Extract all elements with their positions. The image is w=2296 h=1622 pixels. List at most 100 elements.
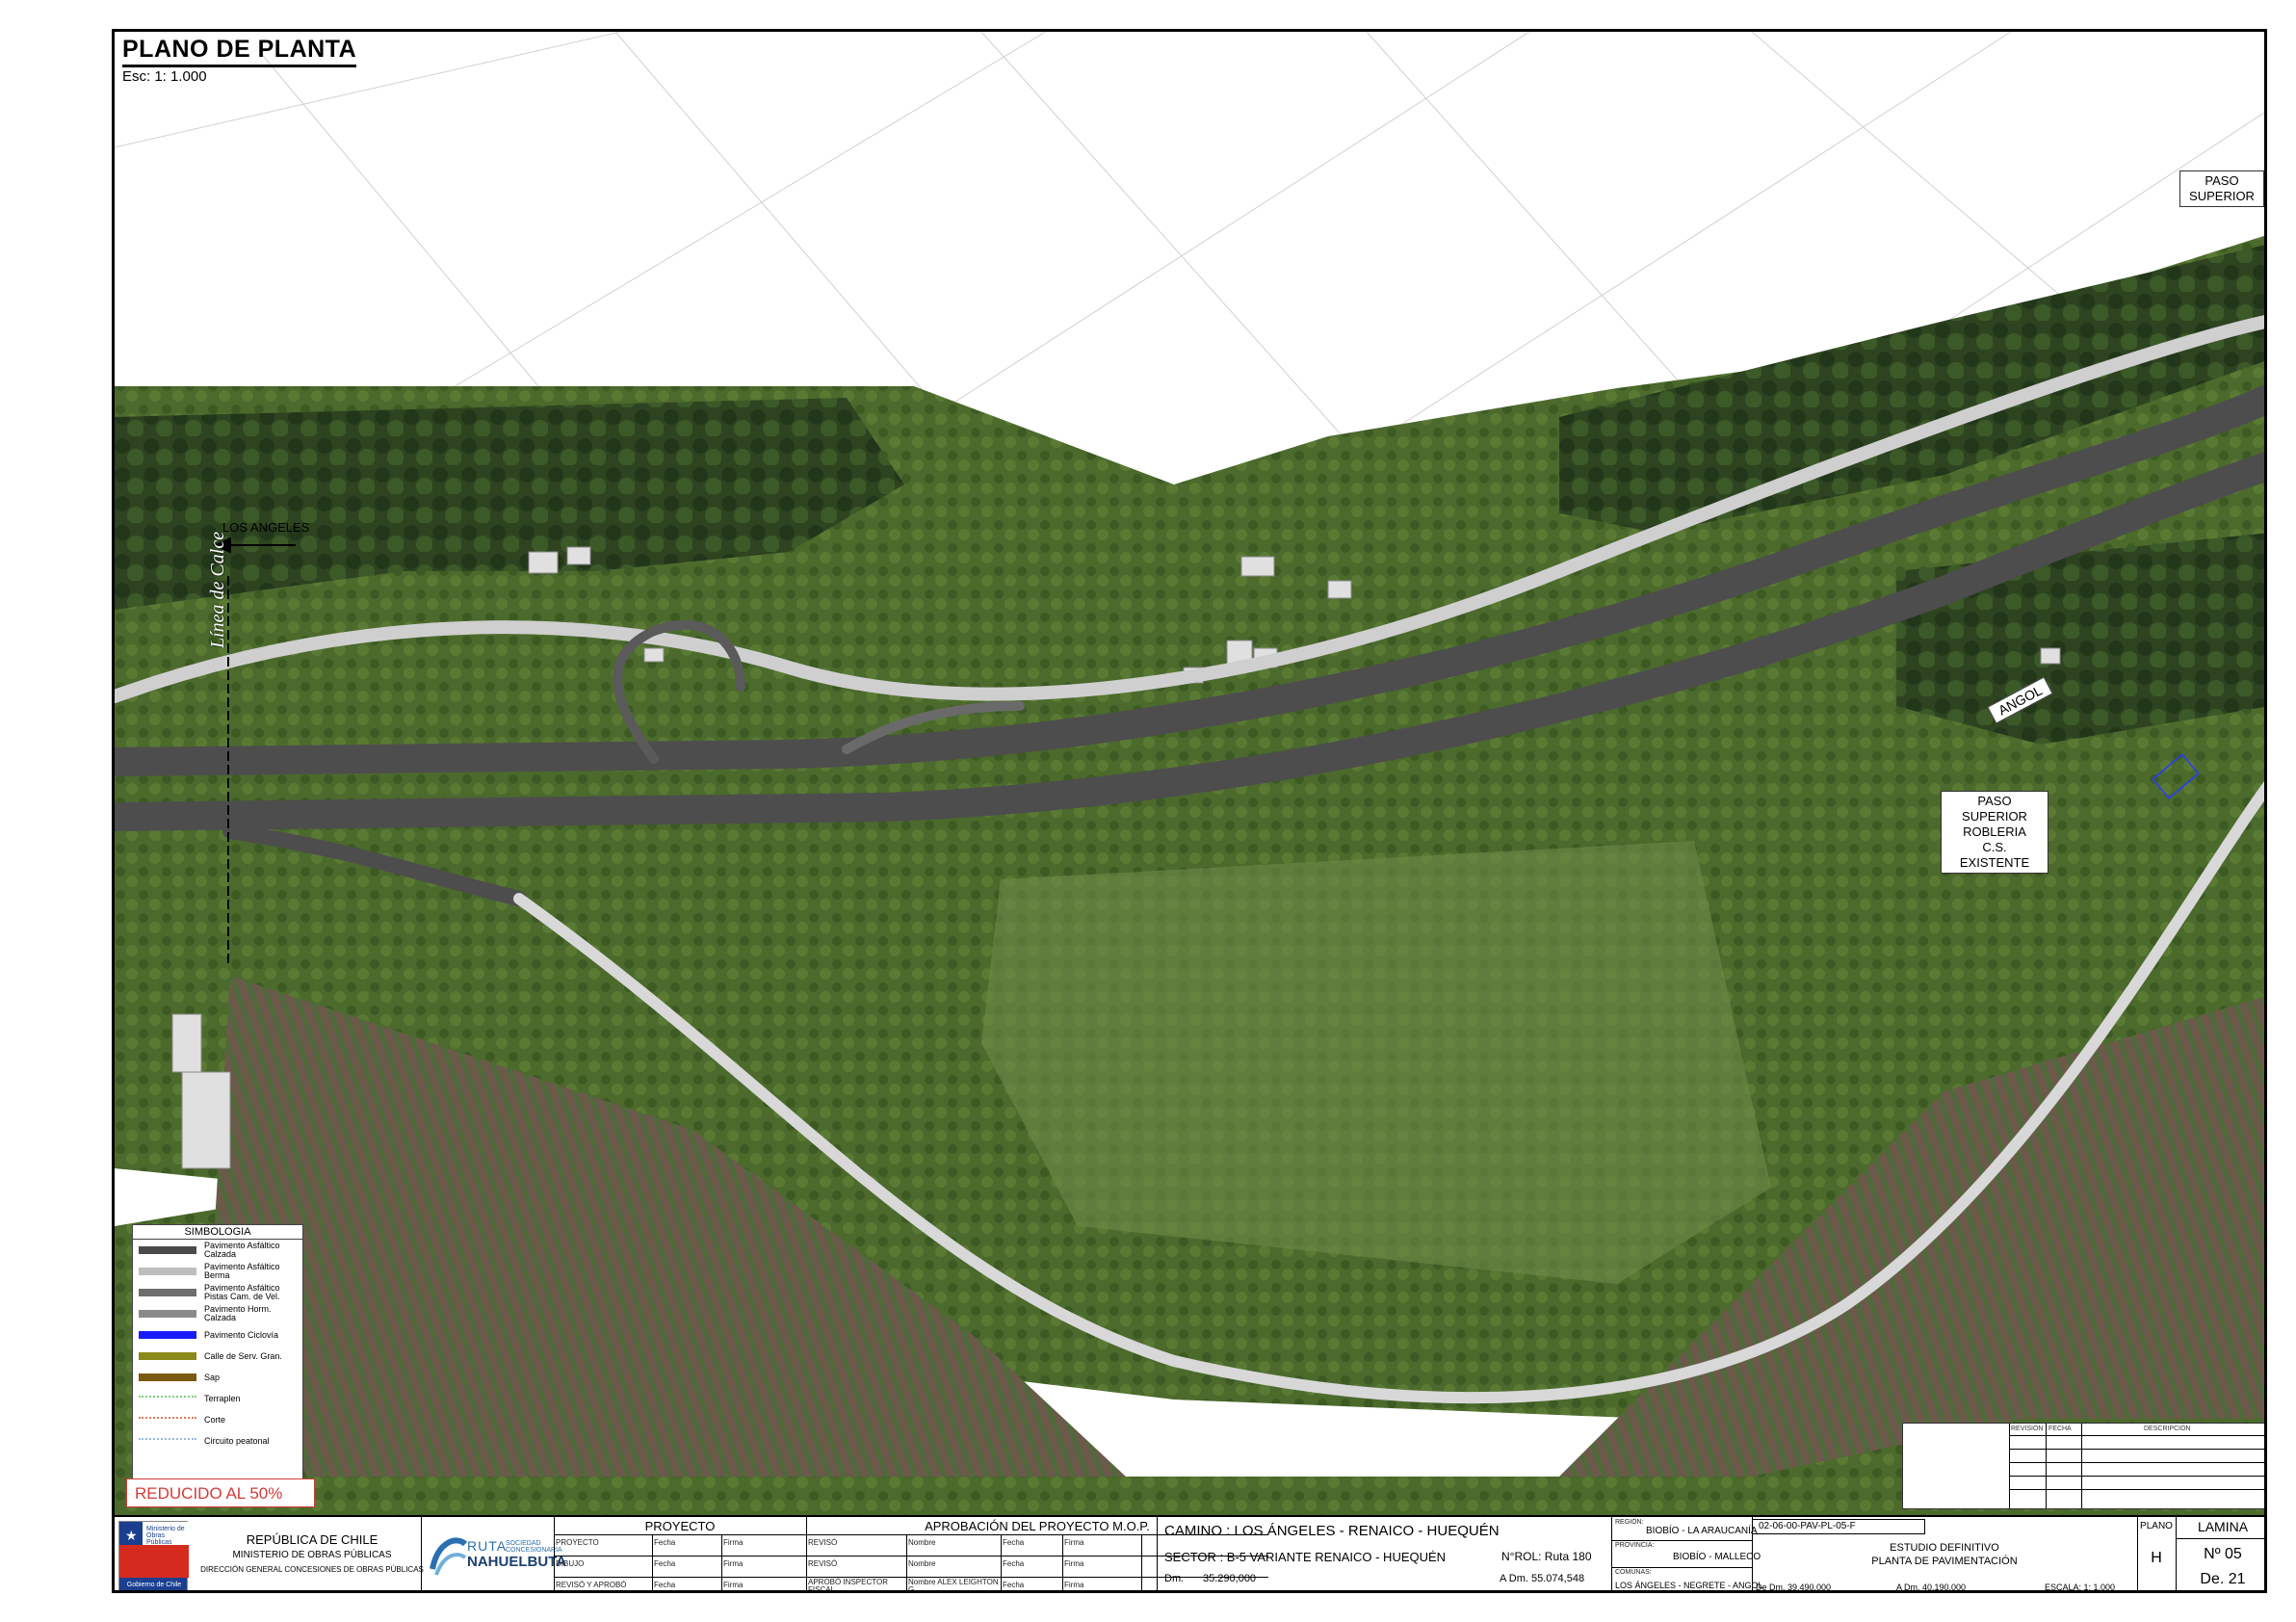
legend-item: Terraplen bbox=[133, 1388, 302, 1409]
republica: REPÚBLICA DE CHILE bbox=[246, 1532, 378, 1547]
escala: ESCALA: 1: 1.000 bbox=[2045, 1583, 2116, 1592]
n-rol: N°ROL: Ruta 180 bbox=[1501, 1550, 1592, 1563]
proyecto-row-3-firma: Firma bbox=[723, 1581, 744, 1589]
legend-label: Pavimento Asfáltico Berma bbox=[204, 1262, 280, 1280]
direccion: DIRECCIÓN GENERAL CONCESIONES DE OBRAS P… bbox=[200, 1565, 424, 1574]
plan-code: 02-06-00-PAV-PL-05-F bbox=[1752, 1519, 1925, 1534]
ruta-nahuelbuta-logo: RUTA SOCIEDAD CONCESIONARIA NAHUELBUTA bbox=[429, 1530, 566, 1584]
legend-swatch bbox=[139, 1289, 196, 1296]
a-dm: A Dm. 55.074,548 bbox=[1500, 1573, 1585, 1584]
ruta-text: RUTA bbox=[467, 1538, 508, 1554]
legend-item: Pavimento Horm. Calzada bbox=[133, 1303, 302, 1324]
legend-swatch bbox=[139, 1417, 196, 1423]
aprobacion-row-2-firma: Firma bbox=[1064, 1559, 1084, 1568]
sector: SECTOR : B-5 VARIANTE RENAICO - HUEQUÉN bbox=[1164, 1550, 1447, 1564]
star-icon: ★ bbox=[125, 1528, 138, 1543]
legend-item: Pavimento Asfáltico Pistas Cam. de Vel. bbox=[133, 1282, 302, 1303]
aprobacion-row-3-fecha: Fecha bbox=[1003, 1581, 1025, 1589]
legend-label: Circuito peatonal bbox=[204, 1435, 270, 1446]
legend-label: Pavimento Asfáltico Calzada bbox=[204, 1241, 280, 1259]
provincia-label: PROVINCIA: bbox=[1615, 1542, 1655, 1549]
legend-item: Corte bbox=[133, 1409, 302, 1430]
plan-scale: Esc: 1: 1.000 bbox=[122, 68, 207, 85]
logo-ministry-text: Ministerio de Obras Públicas bbox=[146, 1526, 185, 1546]
gobierno-logo: Ministerio de Obras Públicas Gobierno de… bbox=[118, 1521, 189, 1590]
lamina-total: De. 21 bbox=[2200, 1571, 2246, 1587]
aprobacion-row-1-fecha: Fecha bbox=[1003, 1538, 1025, 1547]
aprobacion-row-1-role: REVISÓ bbox=[808, 1538, 838, 1547]
reducido-label: REDUCIDO AL 50% bbox=[126, 1478, 315, 1507]
ruta-tagline: SOCIEDAD CONCESIONARIA bbox=[506, 1540, 562, 1554]
paso-robleria-line-1: PASO SUPERIOR bbox=[1962, 794, 2027, 824]
legend: SIMBOLOGIA Pavimento Asfáltico Calzada Pa… bbox=[132, 1224, 303, 1482]
aprobacion-row-2-nombre: Nombre bbox=[908, 1559, 936, 1568]
title-block: Ministerio de Obras Públicas Gobierno de… bbox=[115, 1515, 2264, 1593]
region-label: REGIÓN: bbox=[1615, 1519, 1644, 1526]
aerial-plan-map bbox=[115, 32, 2264, 1515]
legend-label: Pavimento Ciclovía bbox=[204, 1329, 279, 1340]
aprobacion-row-2-fecha: Fecha bbox=[1003, 1559, 1025, 1568]
legend-swatch bbox=[139, 1373, 196, 1381]
aprobacion-row-1-firma: Firma bbox=[1064, 1538, 1084, 1547]
proyecto-row-1-role: PROYECTO bbox=[556, 1538, 599, 1547]
legend-swatch bbox=[139, 1396, 196, 1401]
proyecto-row-2-fecha: Fecha bbox=[654, 1559, 676, 1568]
legend-label: Pavimento Horm. Calzada bbox=[204, 1304, 272, 1322]
paso-robleria-line-2: ROBLERIA bbox=[1963, 824, 2026, 839]
planta-pavimentacion: PLANTA DE PAVIMENTACIÓN bbox=[1871, 1556, 2018, 1567]
legend-swatch bbox=[139, 1438, 196, 1444]
legend-item: Pavimento Ciclovía bbox=[133, 1324, 302, 1346]
legend-swatch bbox=[139, 1331, 196, 1339]
legend-label: Pavimento Asfáltico Pistas Cam. de Vel. bbox=[204, 1283, 280, 1301]
legend-swatch bbox=[139, 1310, 196, 1318]
legend-title: SIMBOLOGIA bbox=[133, 1225, 302, 1240]
estudio: ESTUDIO DEFINITIVO bbox=[1890, 1542, 1999, 1554]
de-dm: De Dm. 39.490,000 bbox=[1756, 1583, 1832, 1592]
aprobacion-row-3-firma: Firma bbox=[1064, 1581, 1084, 1589]
revision-table: REVISIÓN FECHA DESCRIPCIÓN bbox=[1902, 1423, 2264, 1509]
drawing-sheet: PLANO DE PLANTA Esc: 1: 1.000 PASO SUPER… bbox=[112, 29, 2267, 1593]
legend-item: Pavimento Asfáltico Calzada bbox=[133, 1240, 302, 1261]
aprobacion-row-2-role: REVISÓ bbox=[808, 1559, 838, 1568]
proyecto-row-3-role: REVISÓ Y APROBÓ bbox=[556, 1581, 627, 1589]
los-angeles-label: LOS ANGELES bbox=[222, 520, 310, 535]
legend-swatch bbox=[139, 1352, 196, 1360]
comunas-label: COMUNAS: bbox=[1615, 1569, 1652, 1576]
legend-item: Calle de Serv. Gran. bbox=[133, 1346, 302, 1367]
camino: CAMINO : LOS ÁNGELES - RENAICO - HUEQUÉN bbox=[1164, 1523, 1500, 1539]
aprobacion-row-1-nombre: Nombre bbox=[908, 1538, 936, 1547]
rev-header-fecha: FECHA bbox=[2048, 1426, 2072, 1432]
proyecto-row-1-firma: Firma bbox=[723, 1538, 744, 1547]
dm-value: 35.290,000 bbox=[1203, 1573, 1257, 1584]
proyecto-row-1-fecha: Fecha bbox=[654, 1538, 676, 1547]
ruta-swoosh-icon bbox=[430, 1537, 467, 1576]
nahuelbuta-text: NAHUELBUTA bbox=[467, 1554, 567, 1570]
rev-header-descripcion: DESCRIPCIÓN bbox=[2144, 1426, 2191, 1432]
proyecto-row-2-role: DIBUJO bbox=[556, 1559, 585, 1568]
legend-item: Circuito peatonal bbox=[133, 1430, 302, 1452]
proyecto-row-2-firma: Firma bbox=[723, 1559, 744, 1568]
legend-label: Calle de Serv. Gran. bbox=[204, 1350, 282, 1361]
paso-robleria-line-3: C.S. EXISTENTE bbox=[1959, 840, 2030, 870]
region: BIOBÍO - LA ARAUCANÍA bbox=[1646, 1526, 1758, 1536]
proyecto-row-3-fecha: Fecha bbox=[654, 1581, 676, 1589]
legend-item: Pavimento Asfáltico Berma bbox=[133, 1261, 302, 1282]
aprobacion-row-3-nombre: Nombre ALEX LEIGHTON G. bbox=[908, 1578, 999, 1593]
ministerio: MINISTERIO DE OBRAS PÚBLICAS bbox=[232, 1550, 392, 1560]
legend-label: Corte bbox=[204, 1414, 226, 1425]
legend-label: Terraplen bbox=[204, 1393, 241, 1403]
plano-label: PLANO bbox=[2140, 1521, 2173, 1531]
paso-robleria-label: PASO SUPERIOR ROBLERIA C.S. EXISTENTE bbox=[1941, 791, 2048, 874]
a-dm-range: A Dm. 40.190,000 bbox=[1896, 1583, 1967, 1592]
legend-swatch bbox=[139, 1246, 196, 1254]
lamina-label: LAMINA bbox=[2197, 1519, 2249, 1534]
logo-gobierno-text: Gobierno de Chile bbox=[126, 1582, 182, 1588]
provincia: BIOBÍO - MALLECO bbox=[1673, 1552, 1761, 1562]
linea-de-calce-label: Línea de Calce bbox=[207, 531, 228, 648]
legend-rows: Pavimento Asfáltico Calzada Pavimento Asf… bbox=[133, 1240, 302, 1452]
rev-header-revision: REVISIÓN bbox=[2011, 1426, 2044, 1432]
dm-label: Dm. bbox=[1164, 1573, 1185, 1584]
proyecto-header: PROYECTO bbox=[644, 1519, 716, 1533]
plan-title: PLANO DE PLANTA bbox=[122, 36, 357, 67]
legend-item: Sap bbox=[133, 1367, 302, 1388]
